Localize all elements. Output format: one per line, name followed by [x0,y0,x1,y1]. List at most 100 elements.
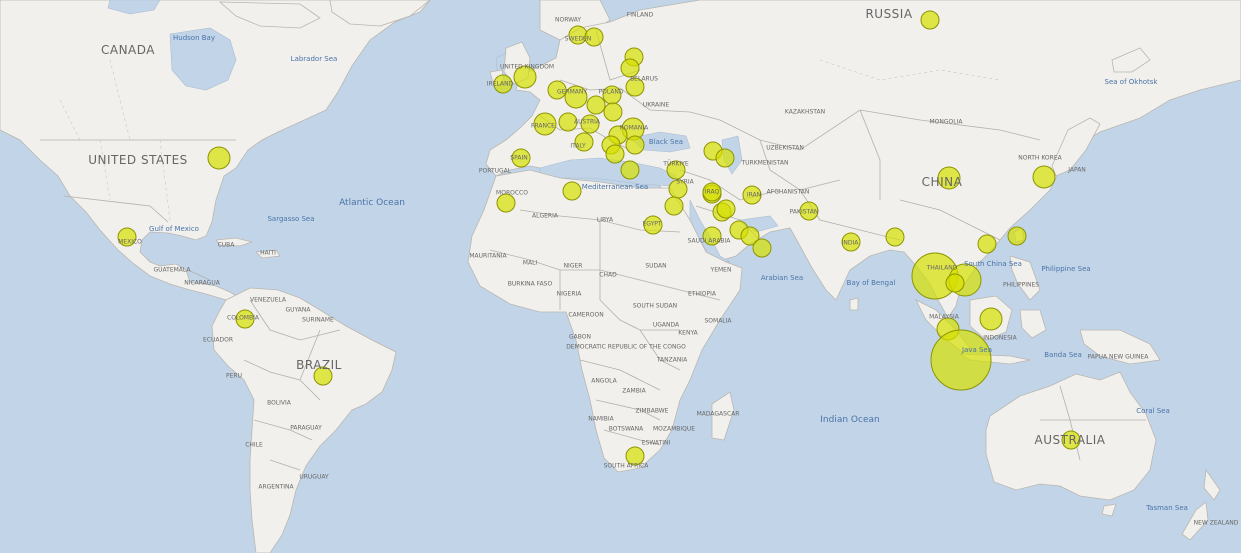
country-label-cameroon: CAMEROON [568,311,604,319]
bubble-tunisia[interactable] [562,181,582,201]
bubble-russia[interactable] [920,10,940,30]
country-label-uganda: UGANDA [652,321,680,329]
world-map[interactable]: CANADA UNITED STATES RUSSIA CHINA BRAZIL AUST… [0,0,1241,553]
country-label-bolivia: BOLIVIA [267,399,291,407]
water-label-philippine-sea: Philippine Sea [1041,265,1091,273]
country-label-brazil: BRAZIL [296,358,342,372]
bubble-balkans[interactable] [605,144,625,164]
country-label-australia: AUSTRALIA [1034,433,1106,447]
country-label-belarus: BELARUS [630,75,658,83]
bubble-bulgaria[interactable] [625,135,645,155]
bubble-morocco[interactable] [496,193,516,213]
water-label-bay-of-bengal: Bay of Bengal [846,279,896,287]
country-label-zimbabwe: ZIMBABWE [635,407,669,415]
water-label-tasman-sea: Tasman Sea [1146,504,1188,512]
country-label-syria: SYRIA [676,178,694,186]
bubble-hong-kong[interactable] [977,234,997,254]
bubble-layer [117,10,1081,466]
country-label-philippines: PHILIPPINES [1002,281,1040,289]
water-label-sargasso-sea: Sargasso Sea [267,215,315,223]
country-label-drc: DEMOCRATIC REPUBLIC OF THE CONGO [566,343,686,351]
bubble-taiwan[interactable] [1007,226,1027,246]
country-label-papua-new-guinea: PAPUA NEW GUINEA [1087,353,1149,361]
water-label-atlantic-ocean: Atlantic Ocean [339,198,405,208]
country-label-north-korea: NORTH KOREA [1018,154,1062,162]
country-label-yemen: YEMEN [710,266,732,274]
country-label-namibia: NAMIBIA [588,415,614,423]
country-label-united-states: UNITED STATES [88,153,188,167]
country-label-nicaragua: NICARAGUA [184,279,220,287]
country-label-portugal: PORTUGAL [478,167,512,175]
bubble-south-korea[interactable] [1032,165,1056,189]
country-label-burkina-faso: BURKINA FASO [507,280,553,288]
country-label-sweden: SWEDEN [564,35,592,43]
water-label-hudson-bay: Hudson Bay [173,34,215,42]
country-label-malaysia: MALAYSIA [929,313,959,321]
country-label-turkmenistan: TURKMENISTAN [741,159,789,167]
country-label-new-zealand: NEW ZEALAND [1193,519,1239,527]
country-label-thailand: THAILAND [926,264,958,272]
water-label-gulf-of-mexico: Gulf of Mexico [149,225,199,233]
country-label-united-kingdom: UNITED KINGDOM [500,63,554,71]
country-label-chile: CHILE [245,441,263,449]
country-label-poland: POLAND [598,88,624,96]
bubble-cambodia[interactable] [945,273,965,293]
country-label-ireland: IRELAND [486,80,514,88]
country-label-afghanistan: AFGHANISTAN [766,188,810,196]
bubble-indonesia[interactable] [930,329,992,391]
country-label-gabon: GABON [569,333,591,341]
country-label-ecuador: ECUADOR [203,336,233,344]
country-label-turkiye: TÜRKIYE [663,160,689,168]
country-label-kazakhstan: KAZAKHSTAN [784,108,826,116]
country-label-france: FRANCE [531,122,555,130]
bubble-slovakia[interactable] [603,102,623,122]
bubble-oman[interactable] [752,238,772,258]
water-label-banda-sea: Banda Sea [1044,351,1082,359]
country-label-venezuela: VENEZUELA [249,296,287,304]
water-label-coral-sea: Coral Sea [1136,407,1170,415]
country-label-south-africa: SOUTH AFRICA [603,462,649,470]
bubble-usa[interactable] [207,146,231,170]
bubble-qatar[interactable] [716,199,736,219]
country-label-chad: CHAD [599,271,617,279]
country-label-madagascar: MADAGASCAR [696,410,740,418]
country-label-uruguay: URUGUAY [299,473,329,481]
country-label-russia: RUSSIA [865,7,913,21]
country-label-cuba: CUBA [217,241,235,249]
country-label-ukraine: UKRAINE [642,101,670,109]
bubble-bangladesh[interactable] [885,227,905,247]
bubble-baltic[interactable] [620,58,640,78]
country-label-ethiopia: ETHIOPIA [688,290,716,298]
country-label-china: CHINA [921,175,963,189]
water-label-mediterranean-sea: Mediterranean Sea [581,183,649,191]
country-label-guyana: GUYANA [285,306,311,314]
country-label-colombia: COLOMBIA [227,314,259,322]
country-label-uzbekistan: UZBEKISTAN [766,144,804,152]
country-label-somalia: SOMALIA [704,317,732,325]
country-label-zambia: ZAMBIA [622,387,646,395]
bubble-brunei[interactable] [979,307,1003,331]
country-label-iraq: IRAQ [704,188,720,196]
country-label-mozambique: MOZAMBIQUE [652,425,696,433]
water-label-indian-ocean: Indian Ocean [820,415,880,425]
bubble-azerbaijan[interactable] [715,148,735,168]
country-label-kenya: KENYA [678,329,698,337]
bubble-syria[interactable] [664,196,684,216]
country-label-morocco: MOROCCO [496,189,528,197]
bubble-poland[interactable] [586,95,606,115]
country-label-italy: ITALY [570,142,586,150]
country-label-eswatini: ESWATINI [641,439,671,447]
country-label-india: INDIA [841,239,859,247]
country-label-angola: ANGOLA [591,377,617,385]
water-label-black-sea: Black Sea [648,138,684,146]
country-label-libya: LIBYA [596,216,614,224]
country-label-south-sudan: SOUTH SUDAN [632,302,678,310]
country-label-indonesia: INDONESIA [983,334,1017,342]
country-label-botswana: BOTSWANA [608,425,644,433]
country-label-spain: SPAIN [510,154,528,162]
country-label-mongolia: MONGOLIA [929,118,963,126]
country-label-guatemala: GUATEMALA [153,266,191,274]
water-label-java-sea: Java Sea [961,346,993,354]
water-label-arabian-sea: Arabian Sea [760,274,804,282]
bubble-greece[interactable] [620,160,640,180]
